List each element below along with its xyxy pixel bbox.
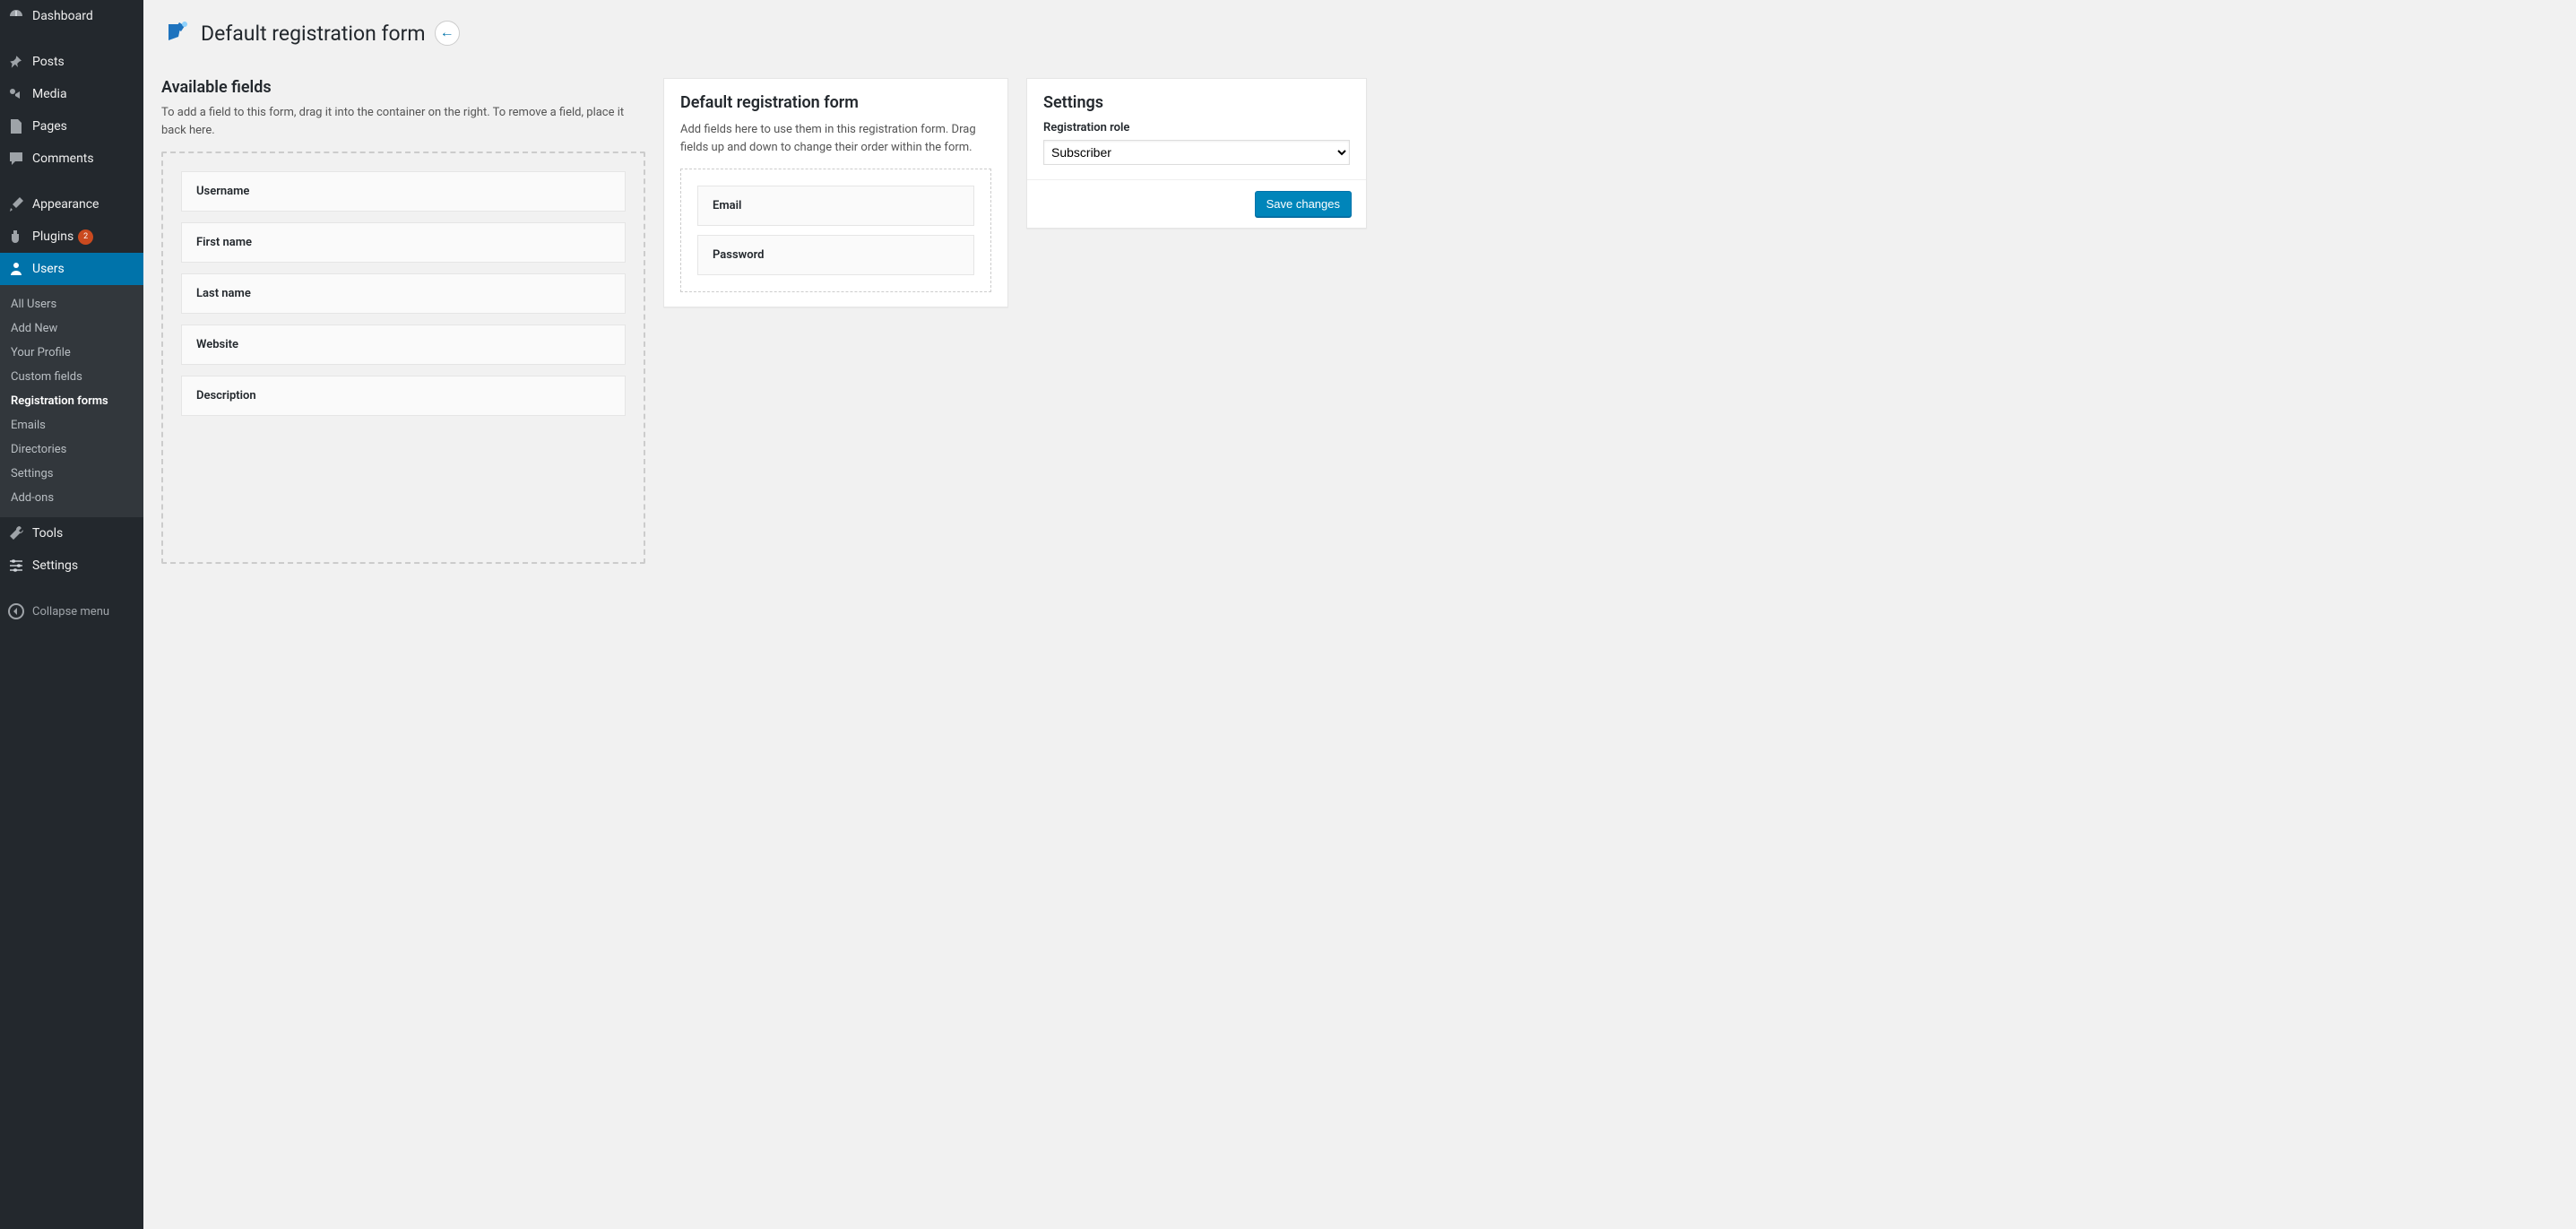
- form-fields-dropzone[interactable]: Email Password: [680, 169, 991, 292]
- menu-settings[interactable]: Settings: [0, 550, 143, 582]
- media-icon: [7, 85, 25, 103]
- menu-label: Plugins: [32, 229, 73, 244]
- dashboard-icon: [7, 7, 25, 25]
- brush-icon: [7, 195, 25, 213]
- menu-pages[interactable]: Pages: [0, 110, 143, 143]
- menu-label: Dashboard: [32, 9, 93, 23]
- collapse-label: Collapse menu: [32, 605, 109, 619]
- menu-label: Comments: [32, 151, 94, 166]
- collapse-menu[interactable]: Collapse menu: [0, 595, 143, 627]
- wrench-icon: [7, 524, 25, 542]
- submenu-directories[interactable]: Directories: [0, 437, 143, 462]
- menu-plugins[interactable]: Plugins 2: [0, 221, 143, 253]
- menu-appearance[interactable]: Appearance: [0, 188, 143, 221]
- menu-posts[interactable]: Posts: [0, 46, 143, 78]
- form-panel-desc: Add fields here to use them in this regi…: [680, 121, 991, 156]
- submenu-emails[interactable]: Emails: [0, 413, 143, 437]
- page-icon: [7, 117, 25, 135]
- submenu-settings[interactable]: Settings: [0, 462, 143, 486]
- page-header: Default registration form ←: [161, 9, 2558, 53]
- plug-icon: [7, 228, 25, 246]
- available-fields-column: Available fields To add a field to this …: [161, 78, 645, 564]
- available-fields-desc: To add a field to this form, drag it int…: [161, 104, 645, 139]
- menu-label: Users: [32, 262, 65, 276]
- menu-label: Appearance: [32, 197, 99, 212]
- registration-role-label: Registration role: [1043, 121, 1350, 134]
- plugin-logo-icon: [161, 17, 194, 49]
- user-icon: [7, 260, 25, 278]
- submenu-add-new[interactable]: Add New: [0, 316, 143, 341]
- save-changes-button[interactable]: Save changes: [1255, 191, 1352, 217]
- menu-tools[interactable]: Tools: [0, 517, 143, 550]
- form-builder-panel: Default registration form Add fields her…: [663, 78, 1008, 307]
- registration-role-select[interactable]: Subscriber: [1043, 140, 1350, 165]
- field-description[interactable]: Description: [181, 376, 626, 416]
- collapse-icon: [7, 602, 25, 620]
- menu-media[interactable]: Media: [0, 78, 143, 110]
- submenu-your-profile[interactable]: Your Profile: [0, 341, 143, 365]
- menu-users[interactable]: Users: [0, 253, 143, 285]
- form-panel-title: Default registration form: [680, 93, 991, 112]
- menu-label: Settings: [32, 558, 78, 573]
- page-title: Default registration form: [201, 22, 426, 46]
- settings-panel: Settings Registration role Subscriber Sa…: [1026, 78, 1367, 229]
- menu-label: Media: [32, 87, 67, 101]
- back-button[interactable]: ←: [435, 21, 460, 46]
- pin-icon: [7, 53, 25, 71]
- available-fields-dropzone[interactable]: Username First name Last name Website De…: [161, 151, 645, 564]
- comment-icon: [7, 150, 25, 168]
- field-last-name[interactable]: Last name: [181, 273, 626, 314]
- submenu-custom-fields[interactable]: Custom fields: [0, 365, 143, 389]
- submenu-all-users[interactable]: All Users: [0, 292, 143, 316]
- menu-comments[interactable]: Comments: [0, 143, 143, 175]
- menu-dashboard[interactable]: Dashboard: [0, 0, 143, 32]
- submenu-add-ons[interactable]: Add-ons: [0, 486, 143, 510]
- form-field-email[interactable]: Email: [697, 186, 974, 226]
- submenu-registration-forms[interactable]: Registration forms: [0, 389, 143, 413]
- arrow-left-icon: ←: [440, 25, 454, 41]
- available-fields-title: Available fields: [161, 78, 645, 97]
- field-website[interactable]: Website: [181, 325, 626, 365]
- sliders-icon: [7, 557, 25, 575]
- field-first-name[interactable]: First name: [181, 222, 626, 263]
- settings-title: Settings: [1043, 93, 1350, 112]
- menu-label: Tools: [32, 526, 63, 541]
- plugins-update-badge: 2: [78, 229, 93, 245]
- field-username[interactable]: Username: [181, 171, 626, 212]
- form-field-password[interactable]: Password: [697, 235, 974, 275]
- users-submenu: All Users Add New Your Profile Custom fi…: [0, 285, 143, 517]
- menu-label: Pages: [32, 119, 67, 134]
- menu-label: Posts: [32, 55, 65, 69]
- admin-sidebar: Dashboard Posts Media Pages Comments App…: [0, 0, 143, 1229]
- main-content: Default registration form ← Available fi…: [143, 0, 2576, 1229]
